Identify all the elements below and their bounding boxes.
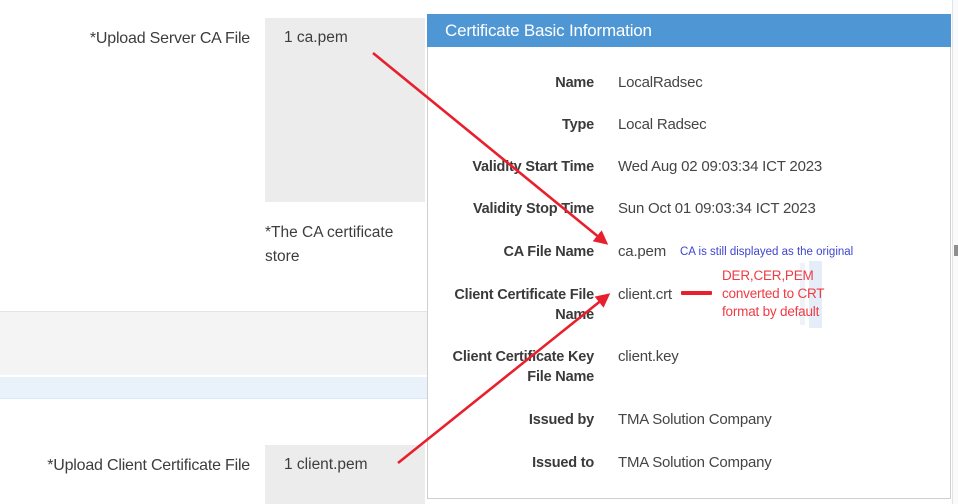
field-value-validity-start: Wed Aug 02 09:03:34 ICT 2023 <box>618 157 822 177</box>
scrollbar-thumb[interactable] <box>954 245 958 256</box>
field-value-issued-to: TMA Solution Company <box>618 453 772 473</box>
field-label-issued-by: Issued by <box>428 410 594 430</box>
field-value-ca-file-name: ca.pem <box>618 242 666 262</box>
ca-note-line1: *The CA certificate <box>265 221 435 245</box>
vertical-scrollbar[interactable] <box>952 0 958 504</box>
field-row-ca-file-name: CA File Name ca.pem CA is still displaye… <box>428 242 950 262</box>
dialog-title: Certificate Basic Information <box>427 14 951 47</box>
upload-server-ca-label: *Upload Server CA File <box>0 30 250 48</box>
field-value-issued-by: TMA Solution Company <box>618 410 772 430</box>
field-row-name: Name LocalRadsec <box>428 73 950 93</box>
ca-note-line2: store <box>265 245 435 269</box>
certificate-basic-info-dialog: Certificate Basic Information Name Local… <box>427 14 951 499</box>
server-ca-file-box[interactable]: 1 ca.pem <box>265 18 425 202</box>
field-row-validity-start: Validity Start Time Wed Aug 02 09:03:34 … <box>428 157 950 177</box>
field-row-type: Type Local Radsec <box>428 115 950 135</box>
field-row-client-cert-key: Client Certificate Key File Name client.… <box>428 347 950 387</box>
upload-client-cert-label: *Upload Client Certificate File <box>0 457 250 475</box>
field-value-validity-stop: Sun Oct 01 09:03:34 ICT 2023 <box>618 199 816 219</box>
field-label-validity-stop: Validity Stop Time <box>428 199 594 219</box>
form-section-band <box>0 311 428 375</box>
field-value-name: LocalRadsec <box>618 73 703 93</box>
field-label-validity-start: Validity Start Time <box>428 157 594 177</box>
field-label-name: Name <box>428 73 594 93</box>
server-ca-file-name: 1 ca.pem <box>265 18 425 47</box>
field-label-type: Type <box>428 115 594 135</box>
ca-certificate-note: *The CA certificate store <box>265 221 435 269</box>
field-value-client-cert-file: client.crt <box>618 285 672 305</box>
form-row-highlight <box>0 377 428 399</box>
field-row-issued-to: Issued to TMA Solution Company <box>428 453 950 473</box>
field-label-client-cert-key: Client Certificate Key File Name <box>428 347 594 387</box>
client-cert-file-box[interactable]: 1 client.pem <box>265 445 425 504</box>
field-row-client-cert-file: Client Certificate File Name client.crt <box>428 285 950 325</box>
field-label-client-cert-file: Client Certificate File Name <box>428 285 594 325</box>
field-row-validity-stop: Validity Stop Time Sun Oct 01 09:03:34 I… <box>428 199 950 219</box>
field-value-type: Local Radsec <box>618 115 707 135</box>
field-label-ca-file-name: CA File Name <box>428 242 594 262</box>
field-value-client-cert-key: client.key <box>618 347 679 367</box>
field-label-issued-to: Issued to <box>428 453 594 473</box>
client-cert-file-name: 1 client.pem <box>265 445 425 474</box>
field-row-issued-by: Issued by TMA Solution Company <box>428 410 950 430</box>
ca-file-annotation: CA is still displayed as the original <box>680 242 853 262</box>
